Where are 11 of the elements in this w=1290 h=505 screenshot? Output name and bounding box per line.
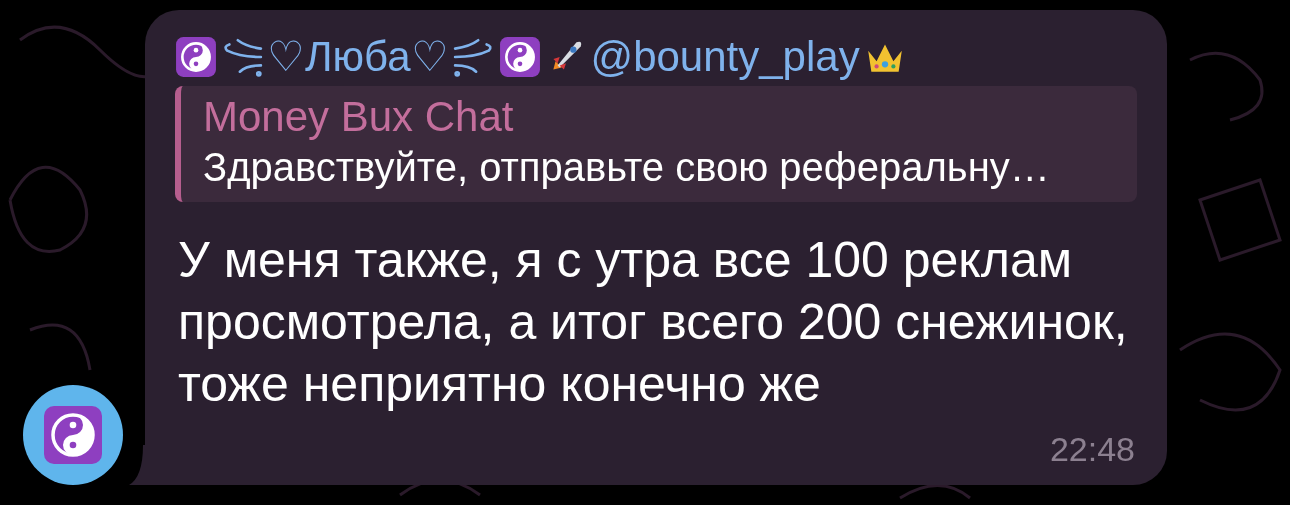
reply-title: Money Bux Chat bbox=[203, 92, 515, 142]
avatar-icon[interactable] bbox=[23, 385, 123, 485]
message-time: 22:48 bbox=[1049, 430, 1135, 469]
swirl-icon bbox=[221, 36, 263, 78]
reply-quote[interactable]: Money Bux Chat Здравствуйте, отправьте свою реферальну… bbox=[175, 86, 1137, 202]
yin-yang-icon bbox=[498, 36, 541, 78]
yin-yang-icon bbox=[175, 36, 217, 78]
sender-handle[interactable]: @bounty_play bbox=[590, 32, 860, 82]
reply-text: Здравствуйте, отправьте свою реферальну… bbox=[203, 144, 1051, 191]
sender-name[interactable]: ♡Люба♡ bbox=[267, 32, 449, 82]
message-text: У меня также, я с утра все 100 реклам просмотрела, а итог всего 200 снежинок, тоже неприятно конечно же bbox=[178, 231, 1129, 414]
